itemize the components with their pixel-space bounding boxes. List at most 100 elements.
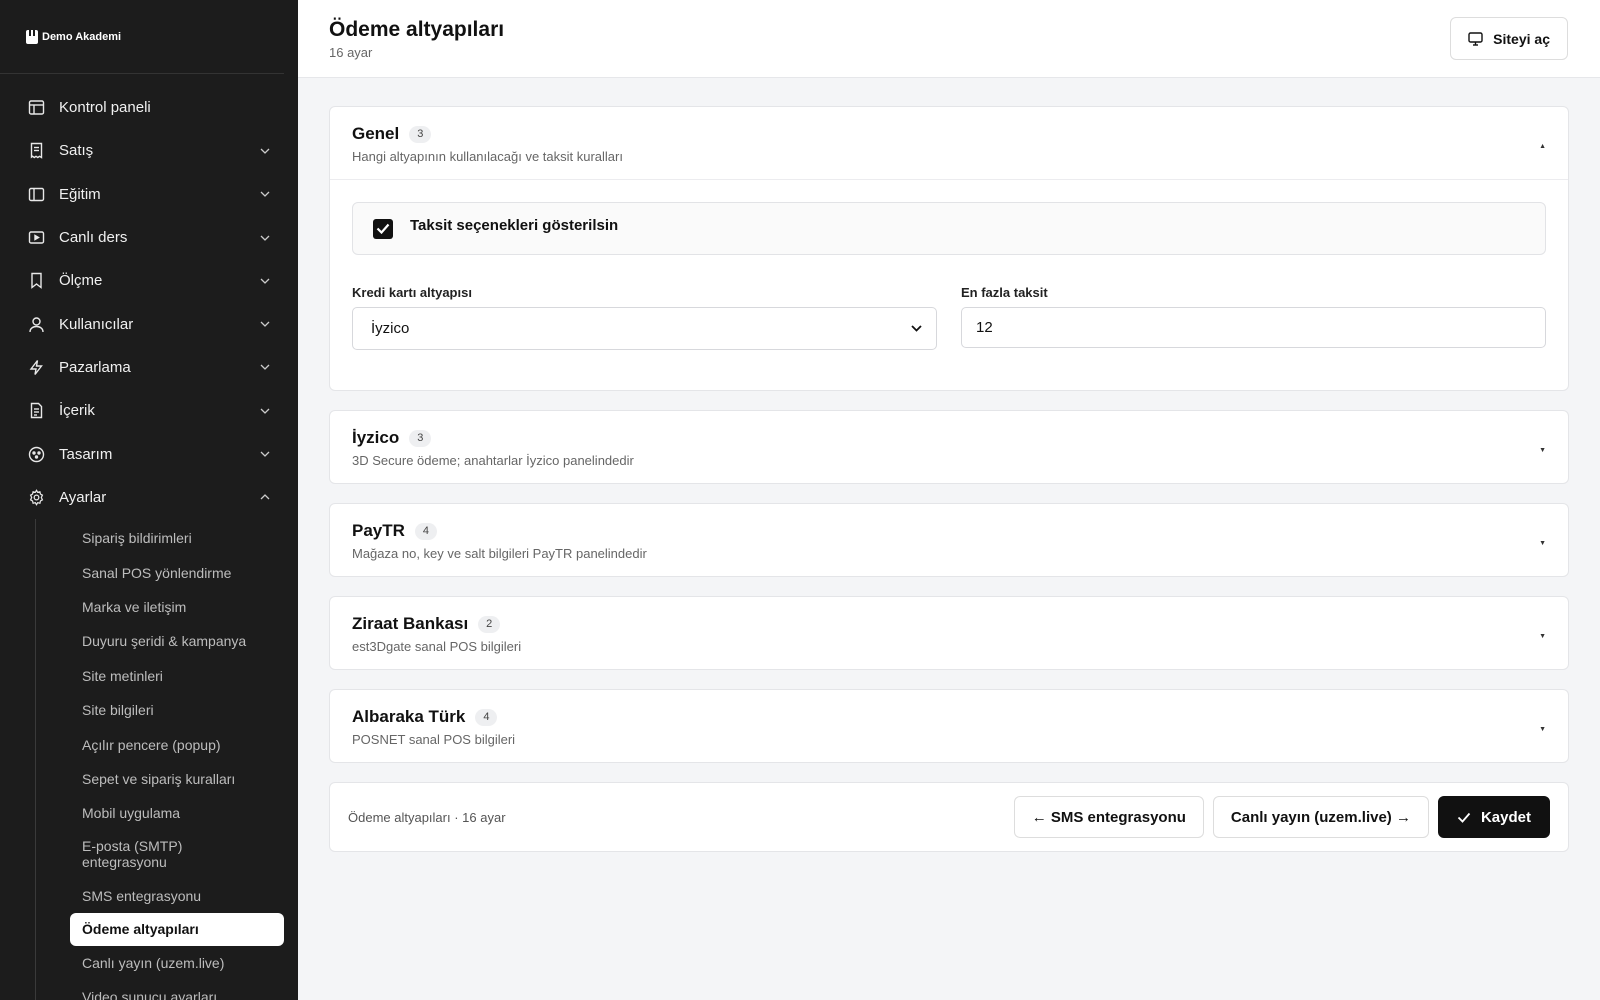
subnav-item[interactable]: Mobil uygulama — [36, 796, 284, 830]
caret-down-icon: ▼ — [1539, 447, 1546, 454]
section-description: 3D Secure ödeme; anahtarlar İyzico panel… — [352, 453, 634, 468]
sidebar-item-satis[interactable]: Satış — [0, 129, 298, 172]
subnav-item[interactable]: Açılır pencere (popup) — [36, 727, 284, 761]
count-badge: 2 — [478, 615, 501, 633]
section-description: est3Dgate sanal POS bilgileri — [352, 639, 522, 654]
section-header[interactable]: Genel 3 Hangi altyapının kullanılacağı v… — [330, 107, 1568, 179]
subnav-item[interactable]: Site bilgileri — [36, 693, 284, 727]
sidebar-item-label: Kullanıcılar — [59, 315, 134, 333]
subnav-item[interactable]: Sanal POS yönlendirme — [36, 555, 284, 589]
subnav-item[interactable]: SMS entegrasyonu — [36, 878, 284, 912]
subnav-item[interactable]: Site metinleri — [36, 659, 284, 693]
bolt-icon — [28, 359, 45, 376]
chevron-down-icon — [260, 449, 270, 459]
field-row: Kredi kartı altyapısı İyzico En fazla ta… — [352, 285, 1546, 350]
sidebar-item-label: Canlı ders — [59, 229, 128, 247]
video-icon — [28, 229, 45, 246]
book-icon — [28, 186, 45, 203]
chevron-down-icon — [911, 325, 922, 332]
subnav-item[interactable]: Sepet ve sipariş kuralları — [36, 762, 284, 796]
subnav-item-active[interactable]: Ödeme altyapıları — [70, 912, 284, 946]
sidebar-item-pazarlama[interactable]: Pazarlama — [0, 346, 298, 389]
layout-icon — [28, 99, 45, 116]
sidebar-item-ayarlar[interactable]: Ayarlar — [0, 476, 298, 519]
footer-summary: Ödeme altyapıları · 16 ayar — [348, 809, 506, 825]
section-iyzico: İyzico 3 3D Secure ödeme; anahtarlar İyz… — [329, 410, 1569, 484]
open-site-button[interactable]: Siteyi aç — [1450, 17, 1568, 60]
caret-down-icon: ▼ — [1539, 633, 1546, 640]
subnav-item[interactable]: Sipariş bildirimleri — [36, 521, 284, 555]
chevron-down-icon — [260, 319, 270, 329]
sidebar-item-label: Tasarım — [59, 445, 113, 463]
section-description: Hangi altyapının kullanılacağı ve taksit… — [352, 149, 623, 164]
sidebar-nav: Kontrol paneli Satış Eğitim Canlı ders Ö… — [0, 74, 298, 1000]
section-title: Albaraka Türk — [352, 707, 466, 726]
section-paytr: PayTR 4 Mağaza no, key ve salt bilgileri… — [329, 503, 1569, 577]
section-ziraat: Ziraat Bankası 2 est3Dgate sanal POS bil… — [329, 596, 1569, 670]
page-title: Ödeme altyapıları — [329, 18, 505, 41]
subnav-item[interactable]: E-posta (SMTP) entegrasyonu — [36, 830, 236, 878]
next-page-button[interactable]: Canlı yayın (uzem.live) → — [1212, 796, 1429, 838]
subnav-item[interactable]: Duyuru şeridi & kampanya — [36, 624, 284, 658]
sidebar-item-label: Ölçme — [59, 272, 103, 290]
sidebar: Demo Akademi Kontrol paneli Satış Eğitim — [0, 0, 298, 1000]
sidebar-item-label: Satış — [59, 142, 94, 160]
subnav-item[interactable]: Marka ve iletişim — [36, 590, 284, 624]
installment-checkbox[interactable] — [373, 218, 393, 239]
sidebar-item-label: Kontrol paneli — [59, 99, 151, 117]
section-description: POSNET sanal POS bilgileri — [352, 732, 516, 747]
sidebar-item-label: İçerik — [59, 402, 95, 420]
user-icon — [28, 316, 45, 333]
brand[interactable]: Demo Akademi — [0, 0, 284, 74]
count-badge: 3 — [409, 125, 432, 143]
chevron-down-icon — [260, 233, 270, 243]
save-button-label: Kaydet — [1480, 808, 1531, 826]
section-title: Genel — [352, 124, 400, 143]
section-title: İyzico — [352, 428, 400, 447]
chevron-down-icon — [260, 146, 270, 156]
installment-checkbox-label: Taksit seçenekleri gösterilsin — [410, 217, 619, 234]
chevron-down-icon — [260, 362, 270, 372]
main-content: Genel 3 Hangi altyapının kullanılacağı v… — [329, 106, 1569, 852]
sidebar-item-olcme[interactable]: Ölçme — [0, 259, 298, 302]
count-badge: 4 — [414, 522, 437, 540]
sidebar-item-label: Eğitim — [59, 185, 101, 203]
subnav-item[interactable]: Canlı yayın (uzem.live) — [36, 946, 284, 980]
card-provider-value: İyzico — [371, 320, 410, 337]
sidebar-item-label: Ayarlar — [59, 488, 107, 506]
max-installment-input[interactable]: 12 — [961, 307, 1546, 348]
receipt-icon — [28, 142, 45, 160]
section-header[interactable]: İyzico 3 3D Secure ödeme; anahtarlar İyz… — [330, 411, 1568, 483]
save-button[interactable]: Kaydet — [1437, 796, 1550, 838]
open-site-label: Siteyi aç — [1493, 30, 1550, 47]
file-icon — [28, 402, 45, 419]
form-footer: Ödeme altyapıları · 16 ayar ← SMS entegr… — [329, 782, 1569, 852]
card-provider-select[interactable]: İyzico — [352, 307, 937, 350]
section-header[interactable]: Albaraka Türk 4 POSNET sanal POS bilgile… — [330, 690, 1568, 762]
sidebar-item-canli-ders[interactable]: Canlı ders — [0, 216, 298, 259]
palette-icon — [28, 446, 45, 463]
sidebar-item-icerik[interactable]: İçerik — [0, 389, 298, 432]
count-badge: 4 — [475, 708, 498, 726]
prev-page-button[interactable]: ← SMS entegrasyonu — [1013, 796, 1204, 838]
caret-up-icon: ▲ — [1539, 143, 1546, 150]
section-header[interactable]: PayTR 4 Mağaza no, key ve salt bilgileri… — [330, 504, 1568, 576]
section-albaraka: Albaraka Türk 4 POSNET sanal POS bilgile… — [329, 689, 1569, 763]
section-header[interactable]: Ziraat Bankası 2 est3Dgate sanal POS bil… — [330, 597, 1568, 669]
section-body: Taksit seçenekleri gösterilsin Kredi kar… — [330, 179, 1568, 390]
bookmark-icon — [28, 272, 45, 290]
count-badge: 3 — [409, 429, 432, 447]
sidebar-item-tasarim[interactable]: Tasarım — [0, 432, 298, 475]
caret-down-icon: ▼ — [1539, 726, 1546, 733]
sidebar-item-kullanicilar[interactable]: Kullanıcılar — [0, 302, 298, 345]
gear-icon — [28, 488, 45, 506]
card-provider-label: Kredi kartı altyapısı — [352, 285, 472, 300]
sidebar-item-kontrol-paneli[interactable]: Kontrol paneli — [0, 86, 298, 129]
check-icon — [1457, 812, 1471, 823]
chevron-down-icon — [260, 276, 270, 286]
sidebar-item-egitim[interactable]: Eğitim — [0, 173, 298, 216]
settings-subnav: Sipariş bildirimleri Sanal POS yönlendir… — [35, 518, 298, 1000]
page-subtitle: 16 ayar — [329, 45, 373, 60]
caret-down-icon: ▼ — [1539, 540, 1546, 547]
subnav-item[interactable]: Video sunucu ayarları — [36, 980, 284, 1000]
